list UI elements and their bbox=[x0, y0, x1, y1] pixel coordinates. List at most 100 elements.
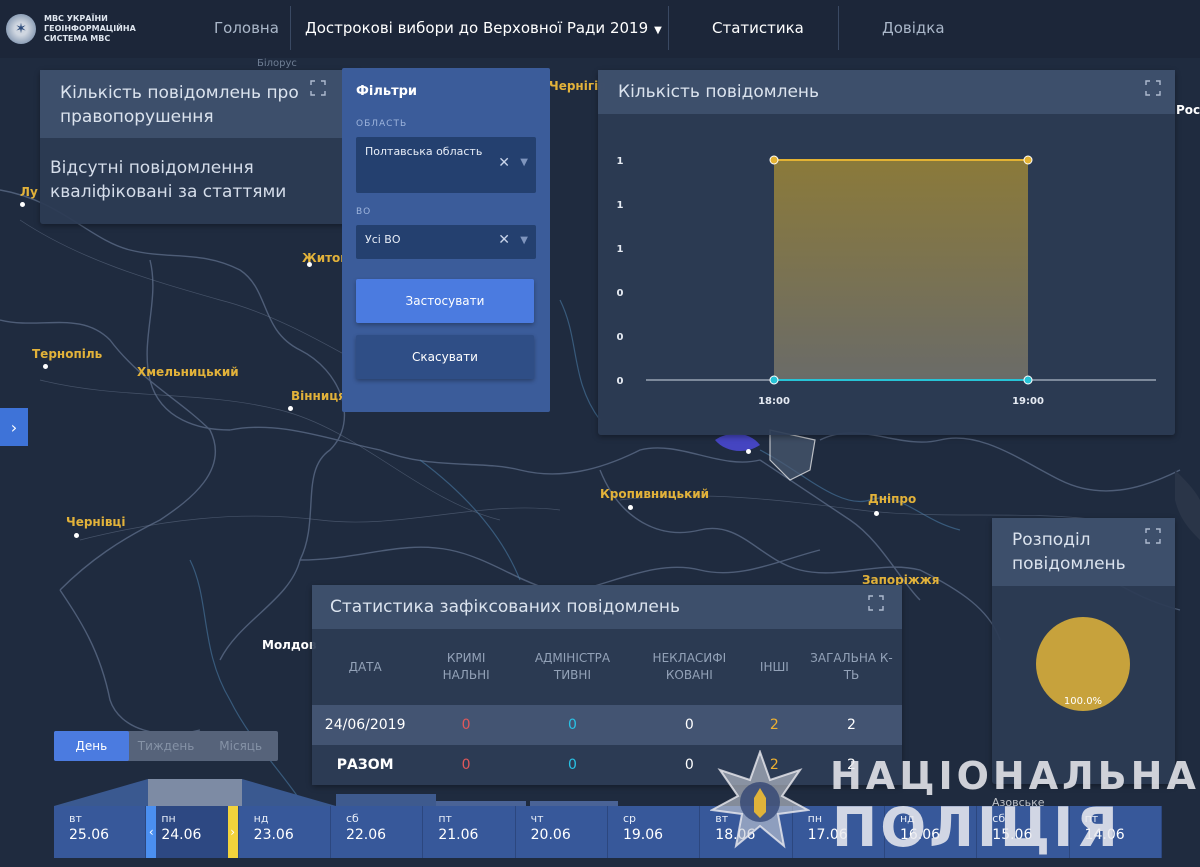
pie-label: 100.0% bbox=[1064, 696, 1102, 707]
column-header-date[interactable]: ДАТА bbox=[312, 629, 418, 705]
timeline-day-date: 19.06 bbox=[622, 827, 664, 843]
range-handle-right[interactable]: › bbox=[227, 806, 238, 858]
nav-elections-dropdown[interactable]: Дострокові вибори до Верховної Ради 2019… bbox=[305, 19, 662, 37]
emblem-icon: ✶ bbox=[6, 14, 36, 44]
timeline-day[interactable]: нд 23.06 bbox=[239, 806, 331, 858]
nav-divider bbox=[290, 6, 291, 50]
timeline-day[interactable]: сб 22.06 bbox=[331, 806, 424, 858]
count-chart[interactable]: 1 1 1 0 0 0 18:00 19:00 bbox=[598, 114, 1175, 435]
region-select[interactable]: Полтавська область ✕ ▼ bbox=[356, 137, 536, 193]
y-tick-label: 0 bbox=[617, 332, 624, 343]
sidebar-expand-button[interactable]: › bbox=[0, 408, 28, 446]
timeline-day[interactable]: нд 16.06 bbox=[885, 806, 978, 858]
data-point[interactable] bbox=[1023, 155, 1033, 165]
timeline-day-name: ср bbox=[622, 812, 636, 825]
expand-icon[interactable] bbox=[1145, 528, 1161, 544]
nav-help[interactable]: Довідка bbox=[882, 19, 945, 37]
map-label-russia: Росія bbox=[1176, 103, 1200, 117]
timeline-day-name: сб bbox=[992, 812, 1006, 825]
expand-icon[interactable] bbox=[1145, 80, 1161, 96]
district-select[interactable]: Усі ВО ✕ ▼ bbox=[356, 225, 536, 259]
column-header-total[interactable]: ЗАГАЛЬНА К-ТЬ bbox=[801, 629, 902, 705]
district-value: Усі ВО bbox=[365, 233, 401, 246]
expand-icon[interactable] bbox=[868, 595, 884, 611]
timeline-day-date: 18.06 bbox=[715, 827, 756, 843]
timeline-day-date: 16.06 bbox=[899, 827, 941, 843]
map-label-moldova: Молдов bbox=[262, 638, 317, 652]
timeline-day[interactable]: ср 19.06 bbox=[608, 806, 701, 858]
district-label: ВО bbox=[356, 207, 372, 217]
timeline-day[interactable]: чт 20.06 bbox=[516, 806, 608, 858]
expand-icon[interactable] bbox=[310, 80, 326, 96]
column-header-other[interactable]: ІНШІ bbox=[748, 629, 801, 705]
filters-title: Фільтри bbox=[356, 84, 418, 99]
timeline-day-date: 22.06 bbox=[345, 827, 387, 843]
period-day[interactable]: День bbox=[54, 731, 129, 761]
timeline-day[interactable]: вт 18.06 bbox=[700, 806, 793, 858]
series-area bbox=[774, 160, 1028, 380]
period-week[interactable]: Тиждень bbox=[129, 731, 204, 761]
cell-total: 2 bbox=[847, 717, 856, 733]
cell-date: 24/06/2019 bbox=[324, 717, 406, 733]
stats-panel: Статистика зафіксованих повідомлень ДАТА… bbox=[312, 585, 902, 785]
data-point[interactable] bbox=[1023, 375, 1033, 385]
timeline: вт 25.06 пн 24.06 ‹ › нд 23.06 сб 22.06 пт 21.06 чт 2… bbox=[54, 806, 1162, 858]
timeline-day[interactable]: пт 21.06 bbox=[423, 806, 516, 858]
column-header-admin[interactable]: АДМІНІСТРА ТИВНІ bbox=[514, 629, 631, 705]
logo[interactable]: ✶ МВС УКРАЇНИ ГЕОІНФОРМАЦІЙНА СИСТЕМА МВ… bbox=[0, 14, 200, 44]
timeline-day[interactable]: пн 17.06 bbox=[793, 806, 885, 858]
cell-other: 2 bbox=[769, 717, 779, 733]
apply-button[interactable]: Застосувати bbox=[356, 279, 534, 323]
timeline-day-name: пн bbox=[807, 812, 823, 825]
column-header-criminal[interactable]: КРИМІ НАЛЬНІ bbox=[418, 629, 514, 705]
timeline-day-name: нд bbox=[253, 812, 269, 825]
nav-statistics[interactable]: Статистика bbox=[712, 19, 804, 37]
timeline-day-name: пт bbox=[438, 812, 452, 825]
top-navigation: ✶ МВС УКРАЇНИ ГЕОІНФОРМАЦІЙНА СИСТЕМА МВ… bbox=[0, 0, 1200, 58]
timeline-day-name: сб bbox=[345, 812, 359, 825]
timeline-day-date: 25.06 bbox=[69, 827, 110, 843]
range-handle-left[interactable]: ‹ bbox=[146, 806, 157, 858]
stats-panel-title: Статистика зафіксованих повідомлень bbox=[312, 585, 902, 629]
stats-table: ДАТА КРИМІ НАЛЬНІ АДМІНІСТРА ТИВНІ НЕКЛА… bbox=[312, 629, 902, 785]
period-month[interactable]: Місяць bbox=[203, 731, 278, 761]
cell-criminal: 0 bbox=[461, 717, 471, 733]
map-label-lutsk: Лу bbox=[20, 185, 38, 199]
y-tick-label: 1 bbox=[617, 200, 624, 211]
clear-icon[interactable]: ✕ bbox=[498, 232, 510, 248]
timeline-day[interactable]: вт 25.06 bbox=[54, 806, 147, 858]
nav-elections-label: Дострокові вибори до Верховної Ради 2019 bbox=[305, 19, 649, 37]
logo-text: МВС УКРАЇНИ ГЕОІНФОРМАЦІЙНА СИСТЕМА МВС bbox=[44, 14, 136, 43]
timeline-day-date: 15.06 bbox=[992, 827, 1033, 843]
timeline-day-name: чт bbox=[530, 812, 544, 825]
map-label-vinnytsia: Вінниця bbox=[291, 389, 346, 403]
timeline-day-name: пт bbox=[1084, 812, 1099, 825]
map-label-belarus: Білорус bbox=[257, 58, 297, 69]
clear-icon[interactable]: ✕ bbox=[498, 155, 510, 171]
timeline-day-name: нд bbox=[899, 812, 915, 825]
timeline-day[interactable]: пт 14.06 bbox=[1070, 806, 1162, 858]
y-tick-label: 1 bbox=[617, 244, 624, 255]
table-row[interactable]: 24/06/2019 0 0 0 2 2 bbox=[312, 705, 902, 745]
x-tick-label: 19:00 bbox=[1012, 396, 1044, 407]
cancel-button[interactable]: Скасувати bbox=[356, 335, 534, 379]
y-tick-label: 0 bbox=[617, 288, 624, 299]
column-header-unclassified[interactable]: НЕКЛАСИФІ КОВАНІ bbox=[631, 629, 748, 705]
map-label-khmelnytskyi: Хмельницький bbox=[137, 365, 239, 379]
timeline-day-date: 20.06 bbox=[530, 827, 571, 843]
timeline-day-date: 17.06 bbox=[807, 827, 848, 843]
chevron-down-icon: ▼ bbox=[520, 235, 528, 246]
map-label-kropyvnytskyi: Кропивницький bbox=[600, 487, 710, 501]
data-point[interactable] bbox=[769, 155, 779, 165]
period-toggle: День Тиждень Місяць bbox=[54, 731, 278, 761]
timeline-day-date: 21.06 bbox=[438, 827, 479, 843]
timeline-day[interactable]: сб 15.06 bbox=[977, 806, 1070, 858]
y-tick-label: 1 bbox=[617, 156, 624, 167]
nav-divider bbox=[838, 6, 839, 50]
chevron-right-icon: › bbox=[10, 417, 18, 437]
distribution-pie[interactable]: 100.0% bbox=[992, 586, 1175, 784]
nav-home[interactable]: Головна bbox=[214, 19, 279, 37]
data-point[interactable] bbox=[769, 375, 779, 385]
timeline-day[interactable]: пн 24.06 ‹ › bbox=[146, 806, 239, 858]
violations-empty-message: Відсутні повідомлення кваліфіковані за с… bbox=[50, 158, 287, 202]
